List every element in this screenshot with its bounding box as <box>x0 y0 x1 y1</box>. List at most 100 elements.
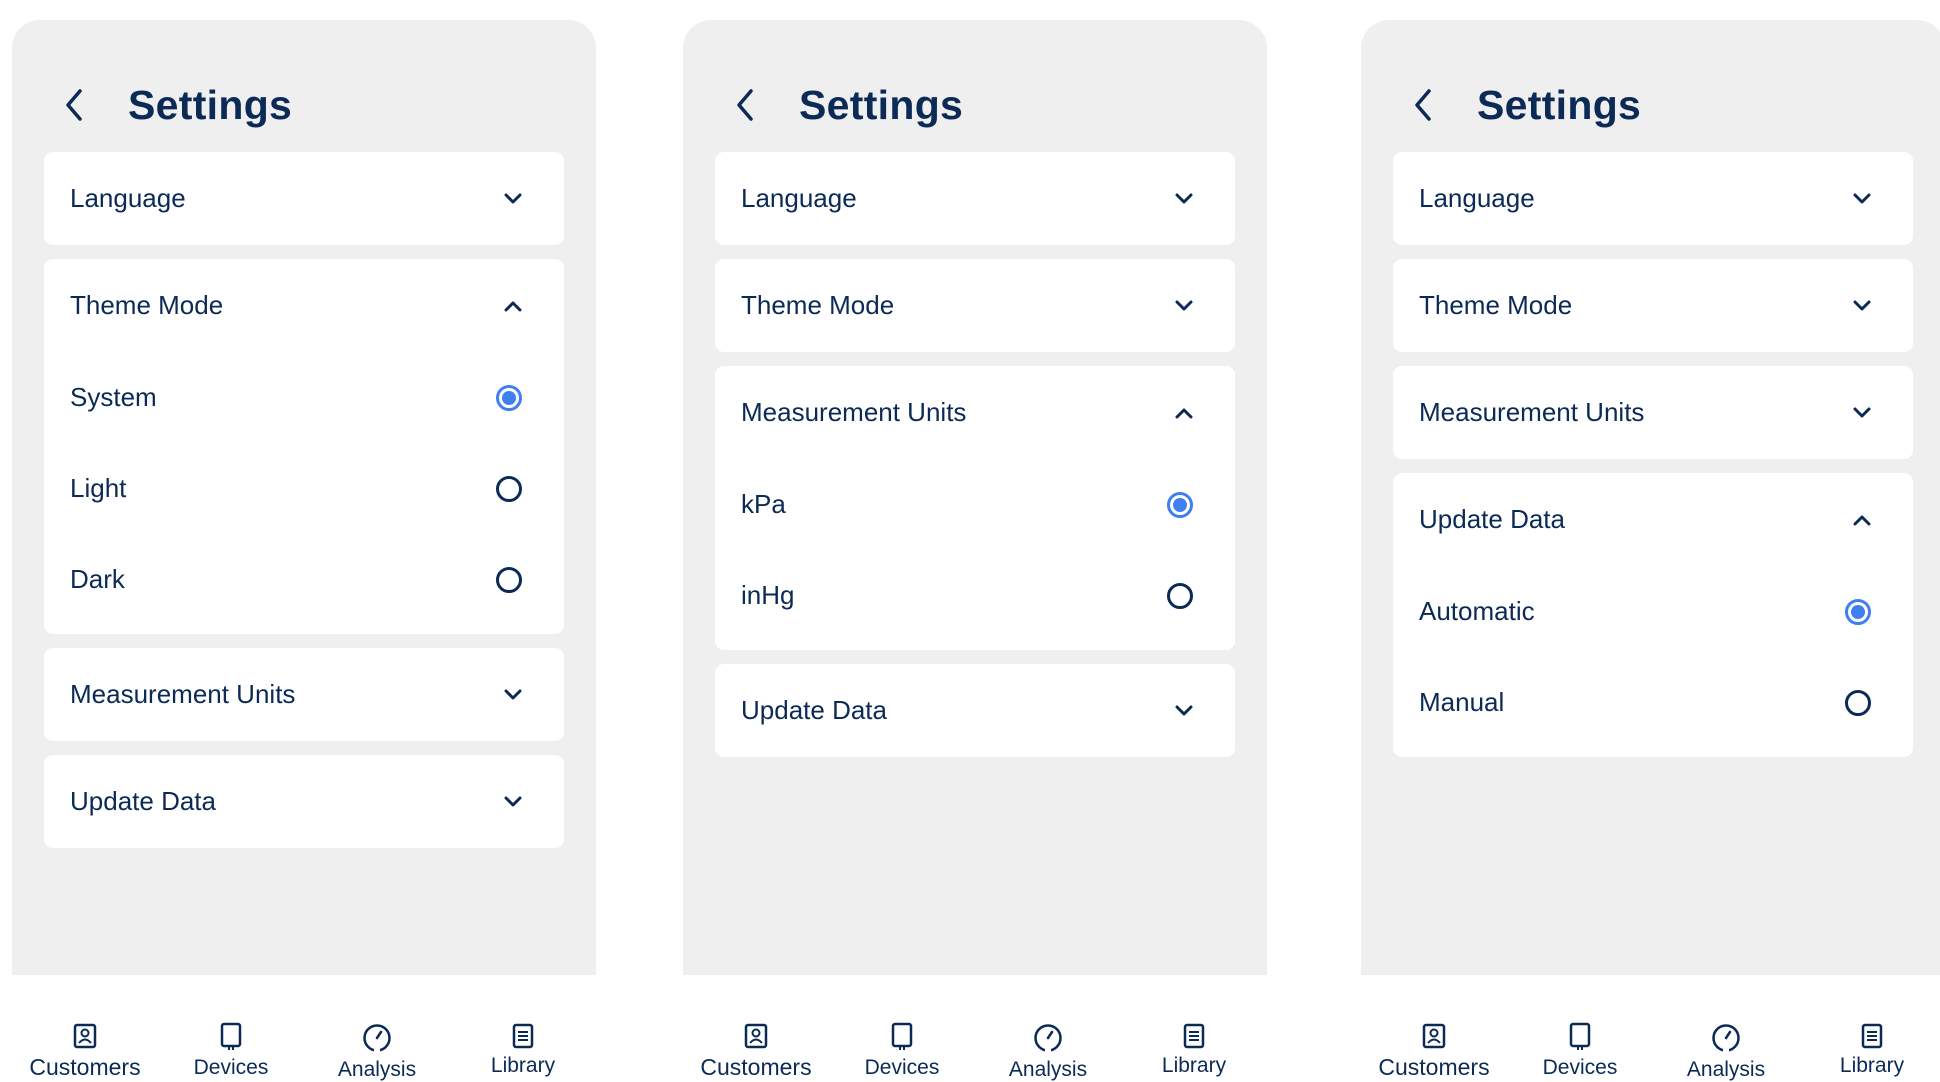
tab-customers[interactable]: Customers <box>12 975 158 1080</box>
option-manual[interactable]: Manual <box>1393 657 1913 757</box>
section-header-measurement-units[interactable]: Measurement Units <box>715 366 1235 459</box>
chevron-left-icon[interactable] <box>725 85 765 125</box>
option-label: kPa <box>741 489 786 519</box>
section-label: Theme Mode <box>741 290 895 320</box>
section-header-theme-mode[interactable]: Theme Mode <box>44 259 564 352</box>
radio-dot <box>502 390 516 405</box>
section-header-update-data[interactable]: Update Data <box>1393 473 1913 566</box>
bottom-tab-bar: Customers Devices Analysis Library <box>1361 975 1940 1081</box>
tab-label: Customers <box>1378 1054 1490 1080</box>
tab-label: Library <box>490 1054 556 1077</box>
tab-analysis[interactable]: Analysis <box>1653 975 1799 1081</box>
section-header-language[interactable]: Language <box>1393 152 1913 245</box>
chevron-down-icon <box>1849 293 1875 319</box>
settings-list: Language Theme Mode Measurement Units kP… <box>715 152 1235 771</box>
section-label: Language <box>741 183 857 213</box>
section-header-language[interactable]: Language <box>44 152 564 245</box>
settings-list: Language Theme Mode System Light Dark Me… <box>44 152 564 862</box>
chevron-down-icon <box>1171 186 1197 212</box>
gauge-icon <box>361 1022 393 1054</box>
section-measurement-units: Measurement Units <box>44 648 564 741</box>
chevron-down-icon <box>1171 293 1197 319</box>
chevron-left-icon[interactable] <box>54 85 94 125</box>
document-icon <box>1182 1022 1206 1050</box>
tab-label: Library <box>1839 1054 1905 1077</box>
section-label: Measurement Units <box>70 679 296 709</box>
tab-label: Devices <box>193 1056 269 1079</box>
tab-devices[interactable]: Devices <box>1507 975 1653 1079</box>
gauge-icon <box>1032 1022 1064 1054</box>
radio-selected[interactable] <box>1845 598 1871 625</box>
section-update-data: Update Data <box>44 755 564 848</box>
option-label: System <box>70 382 157 412</box>
radio-unselected[interactable] <box>496 475 522 502</box>
tab-label: Library <box>1161 1054 1227 1077</box>
section-label: Theme Mode <box>70 290 224 320</box>
radio-unselected[interactable] <box>496 566 522 593</box>
settings-screen-update-data: Settings Language Theme Mode Measurement… <box>1361 20 1940 1081</box>
tab-devices[interactable]: Devices <box>829 975 975 1079</box>
option-label: Light <box>70 473 127 503</box>
section-label: Theme Mode <box>1419 290 1573 320</box>
option-system[interactable]: System <box>44 352 564 443</box>
option-label: Manual <box>1419 687 1505 717</box>
section-header-measurement-units[interactable]: Measurement Units <box>1393 366 1913 459</box>
settings-screen-units: Settings Language Theme Mode Measurement… <box>683 20 1267 1081</box>
page-title: Settings <box>128 81 293 128</box>
option-kpa[interactable]: kPa <box>715 459 1235 550</box>
section-label: Measurement Units <box>741 397 967 427</box>
radio-selected[interactable] <box>496 384 522 411</box>
tab-label: Devices <box>1542 1056 1618 1079</box>
device-icon <box>218 1022 244 1052</box>
section-update-data: Update Data Automatic Manual <box>1393 473 1913 757</box>
chevron-up-icon <box>500 293 526 319</box>
section-header-theme-mode[interactable]: Theme Mode <box>1393 259 1913 352</box>
tab-devices[interactable]: Devices <box>158 975 304 1079</box>
section-label: Language <box>70 183 186 213</box>
radio-selected[interactable] <box>1167 491 1193 518</box>
section-language: Language <box>715 152 1235 245</box>
tab-library[interactable]: Library <box>1799 975 1940 1077</box>
section-header-update-data[interactable]: Update Data <box>44 755 564 848</box>
device-icon <box>889 1022 915 1052</box>
option-dark[interactable]: Dark <box>44 534 564 634</box>
radio-dot <box>1173 497 1187 512</box>
section-label: Update Data <box>70 786 216 816</box>
page-title: Settings <box>799 81 964 128</box>
header: Settings <box>725 64 963 146</box>
section-header-measurement-units[interactable]: Measurement Units <box>44 648 564 741</box>
tab-library[interactable]: Library <box>1121 975 1267 1077</box>
option-inhg[interactable]: inHg <box>715 550 1235 650</box>
section-header-language[interactable]: Language <box>715 152 1235 245</box>
contact-book-icon <box>1421 1022 1447 1050</box>
section-label: Language <box>1419 183 1535 213</box>
page-title: Settings <box>1477 81 1642 128</box>
tab-analysis[interactable]: Analysis <box>975 975 1121 1081</box>
tab-label: Analysis <box>1686 1058 1766 1081</box>
chevron-left-icon[interactable] <box>1403 85 1443 125</box>
chevron-down-icon <box>500 789 526 815</box>
bottom-tab-bar: Customers Devices Analysis Library <box>12 975 596 1081</box>
tab-analysis[interactable]: Analysis <box>304 975 450 1081</box>
chevron-down-icon <box>500 186 526 212</box>
tab-customers[interactable]: Customers <box>1361 975 1507 1080</box>
tab-customers[interactable]: Customers <box>683 975 829 1080</box>
radio-unselected[interactable] <box>1167 582 1193 609</box>
chevron-down-icon <box>1171 698 1197 724</box>
section-header-update-data[interactable]: Update Data <box>715 664 1235 757</box>
tab-label: Analysis <box>1008 1058 1088 1081</box>
tab-library[interactable]: Library <box>450 975 596 1077</box>
chevron-up-icon <box>1849 507 1875 533</box>
tab-label: Devices <box>864 1056 940 1079</box>
gauge-icon <box>1710 1022 1742 1054</box>
option-automatic[interactable]: Automatic <box>1393 566 1913 657</box>
section-theme-mode: Theme Mode <box>1393 259 1913 352</box>
contact-book-icon <box>72 1022 98 1050</box>
option-light[interactable]: Light <box>44 443 564 534</box>
option-label: inHg <box>741 580 795 610</box>
radio-unselected[interactable] <box>1845 689 1871 716</box>
section-label: Update Data <box>1419 504 1565 534</box>
section-header-theme-mode[interactable]: Theme Mode <box>715 259 1235 352</box>
section-measurement-units: Measurement Units <box>1393 366 1913 459</box>
section-theme-mode: Theme Mode <box>715 259 1235 352</box>
